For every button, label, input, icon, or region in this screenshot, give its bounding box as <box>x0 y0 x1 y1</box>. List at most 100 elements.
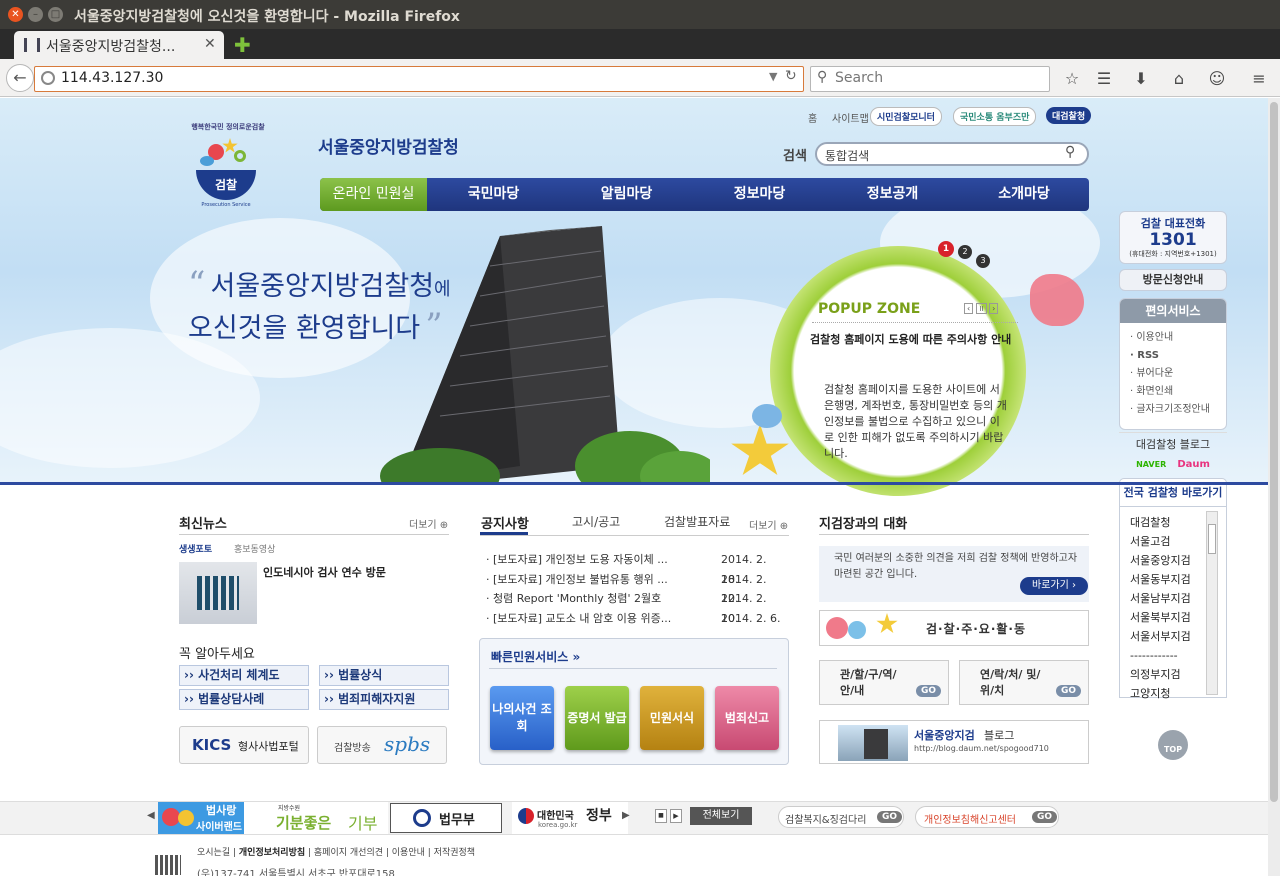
site-search-icon[interactable]: ⚲ <box>1065 144 1075 160</box>
contact-button[interactable]: 연/락/처/ 및/ 위/치 GO <box>959 660 1089 705</box>
monitor-button[interactable]: 시민검찰모니터 <box>870 107 942 126</box>
news-headline[interactable]: 인도네시아 검사 연수 방문 <box>263 564 386 580</box>
nav-public[interactable]: 국민마당 <box>427 178 560 211</box>
spbs-banner[interactable]: 검찰방송 spbs <box>317 726 447 764</box>
notice-row[interactable]: · [보도자료] 개인정보 불법유통 행위 ... 2014. 2. 12. <box>486 570 786 606</box>
popup-page-1[interactable]: 1 <box>938 241 954 257</box>
branch-link[interactable]: 서울중앙지검 <box>1130 551 1191 570</box>
banner-moj[interactable]: 법무부 <box>390 803 502 833</box>
footer-link-guide[interactable]: 이용안내 <box>392 848 425 858</box>
privacy-report-button[interactable]: 개인정보침해신고센터 GO <box>915 806 1059 828</box>
nav-about[interactable]: 소개마당 <box>959 178 1089 211</box>
download-icon[interactable]: ⬇ <box>1130 68 1152 90</box>
visit-button[interactable]: 방문신청안내 <box>1119 269 1227 291</box>
footer-link-feedback[interactable]: 홈페이지 개선의견 <box>314 848 383 858</box>
url-bar[interactable]: 114.43.127.30 ▼ ↻ <box>34 66 804 92</box>
footer-link-privacy[interactable]: 개인정보처리방침 <box>239 848 305 858</box>
law-knowledge-link[interactable]: ›› 법률상식 <box>319 665 449 686</box>
tab-announcement[interactable]: 고시/공고 <box>572 513 620 530</box>
bookmark-star-icon[interactable]: ☆ <box>1061 68 1083 90</box>
conv-rss-link[interactable]: · RSS <box>1130 347 1226 365</box>
tab-close-icon[interactable]: ✕ <box>204 36 216 52</box>
branches-scrollbar[interactable] <box>1206 511 1218 695</box>
banner-prev-icon[interactable]: ◀ <box>147 810 155 821</box>
notice-row-title[interactable]: · 청렴 Report 'Monthly 청렴' 2월호 <box>486 592 661 605</box>
branch-link[interactable]: 서울동부지검 <box>1130 570 1191 589</box>
nav-disclosure[interactable]: 정보공개 <box>826 178 959 211</box>
crime-report-button[interactable]: 범죄신고 <box>715 686 779 750</box>
maximize-window-icon[interactable]: □ <box>48 7 63 22</box>
popup-headline[interactable]: 검찰청 홈페이지 도용에 따른 주의사항 안내 <box>810 331 1020 348</box>
popup-next-icon[interactable]: › <box>989 303 999 314</box>
tab-notice[interactable]: 공지사항 <box>481 513 529 532</box>
footer-link-directions[interactable]: 오시는길 <box>197 848 230 858</box>
naver-link[interactable]: NAVER <box>1136 460 1166 469</box>
sitemap-link[interactable]: 사이트맵 <box>832 110 869 125</box>
conv-fontsize-link[interactable]: · 글자크기조정안내 <box>1130 401 1226 419</box>
branch-link[interactable]: 대검찰청 <box>1130 513 1191 532</box>
daum-link[interactable]: Daum <box>1177 459 1210 470</box>
blog-banner[interactable]: 서울중앙지검 블로그 http://blog.daum.net/spogood7… <box>819 720 1089 764</box>
notice-row-title[interactable]: · [보도자료] 개인정보 도용 자동이체 ... <box>486 553 668 566</box>
branch-link[interactable]: 고양지청 <box>1130 684 1191 703</box>
news-tab-video[interactable]: 홍보동영상 <box>234 542 275 555</box>
branch-link[interactable]: 서울고검 <box>1130 532 1191 551</box>
popup-controls[interactable]: ‹ ॥ › <box>964 303 999 314</box>
hello-chat-icon[interactable]: ☺ <box>1206 68 1228 90</box>
popup-pause-icon[interactable]: ॥ <box>975 303 987 314</box>
browser-tab[interactable]: 서울중앙지방검찰청... ✕ <box>14 31 224 59</box>
welfare-button[interactable]: 검찰복지&징검다리 GO <box>778 806 904 828</box>
victim-support-link[interactable]: ›› 범죄피해자지원 <box>319 689 449 710</box>
banner-donation[interactable]: 지방수원 기분좋은 기부 <box>244 802 388 834</box>
news-more[interactable]: 더보기 ⊕ <box>409 516 448 531</box>
notice-row[interactable]: · 청렴 Report 'Monthly 청렴' 2월호 2014. 2. 10. <box>486 589 786 625</box>
ombudsman-button[interactable]: 국민소통 옴부즈만 <box>953 107 1037 126</box>
my-case-button[interactable]: 나의사건 조회 <box>490 686 554 750</box>
menu-icon[interactable]: ≡ <box>1248 68 1270 90</box>
banner-korea[interactable]: 대한민국 정부 korea.go.kr <box>512 802 628 834</box>
dialog-go-button[interactable]: 바로가기 › <box>1020 577 1088 595</box>
new-tab-icon[interactable]: ✚ <box>234 33 251 57</box>
popup-page-3[interactable]: 3 <box>976 254 990 268</box>
home-link[interactable]: 홈 <box>808 110 817 125</box>
close-window-icon[interactable]: ✕ <box>8 7 23 22</box>
legal-consult-link[interactable]: ›› 법률상담사례 <box>179 689 309 710</box>
page-scrollbar[interactable] <box>1268 98 1280 876</box>
minimize-window-icon[interactable]: – <box>28 7 43 22</box>
reading-list-icon[interactable]: ☰ <box>1093 68 1115 90</box>
conv-viewer-link[interactable]: · 뷰어다운 <box>1130 365 1226 383</box>
case-process-link[interactable]: ›› 사건처리 체계도 <box>179 665 309 686</box>
kics-banner[interactable]: KICS 형사사법포털 <box>179 726 309 764</box>
branch-link[interactable]: 서울북부지검 <box>1130 608 1191 627</box>
forms-button[interactable]: 민원서식 <box>640 686 704 750</box>
dropdown-icon[interactable]: ▼ <box>769 70 777 83</box>
jurisdiction-button[interactable]: 관/할/구/역/ 안/내 GO <box>819 660 949 705</box>
banner-next-icon[interactable]: ▶ <box>622 810 630 821</box>
prosecution-logo[interactable]: 행복한국민 정의로운검찰 검찰 Prosecution Service <box>178 116 274 216</box>
browser-search-input[interactable]: ⚲ Search <box>810 66 1050 92</box>
banner-play-icon[interactable]: ▶ <box>670 809 682 823</box>
branch-link[interactable]: 의정부지검 <box>1130 665 1191 684</box>
footer-link-copyright[interactable]: 저작권정책 <box>434 848 475 858</box>
scrollbar-thumb[interactable] <box>1270 102 1278 802</box>
branch-link[interactable]: 서울남부지검 <box>1130 589 1191 608</box>
top-button[interactable]: TOP <box>1158 730 1188 760</box>
site-search-input[interactable]: 통합검색 ⚲ <box>815 142 1089 166</box>
nav-info[interactable]: 정보마당 <box>693 178 826 211</box>
certificate-button[interactable]: 증명서 발급 <box>565 686 629 750</box>
activity-banner[interactable]: 검·찰·주·요·활·동 <box>819 610 1089 646</box>
nav-online-civil[interactable]: 온라인 민원실 <box>320 178 427 211</box>
news-tab-photo[interactable]: 생생포토 <box>179 542 212 555</box>
banner-stop-icon[interactable]: ■ <box>655 809 667 823</box>
banner-lawlove[interactable]: 법사랑 사이버랜드 <box>158 802 244 834</box>
popup-prev-icon[interactable]: ‹ <box>964 303 974 314</box>
home-icon[interactable]: ⌂ <box>1168 68 1190 90</box>
tab-press[interactable]: 검찰발표자료 <box>664 513 730 530</box>
reload-icon[interactable]: ↻ <box>785 68 797 84</box>
conv-guide-link[interactable]: · 이용안내 <box>1130 329 1226 347</box>
notice-row-title[interactable]: · [보도자료] 개인정보 불법유통 행위 ... <box>486 573 668 586</box>
back-icon[interactable]: ← <box>6 64 34 92</box>
notice-row-title[interactable]: · [보도자료] 교도소 내 암호 이용 위증... <box>486 612 671 625</box>
nav-notice[interactable]: 알림마당 <box>560 178 693 211</box>
supreme-prosecutors-button[interactable]: 대검찰청 <box>1046 107 1092 124</box>
